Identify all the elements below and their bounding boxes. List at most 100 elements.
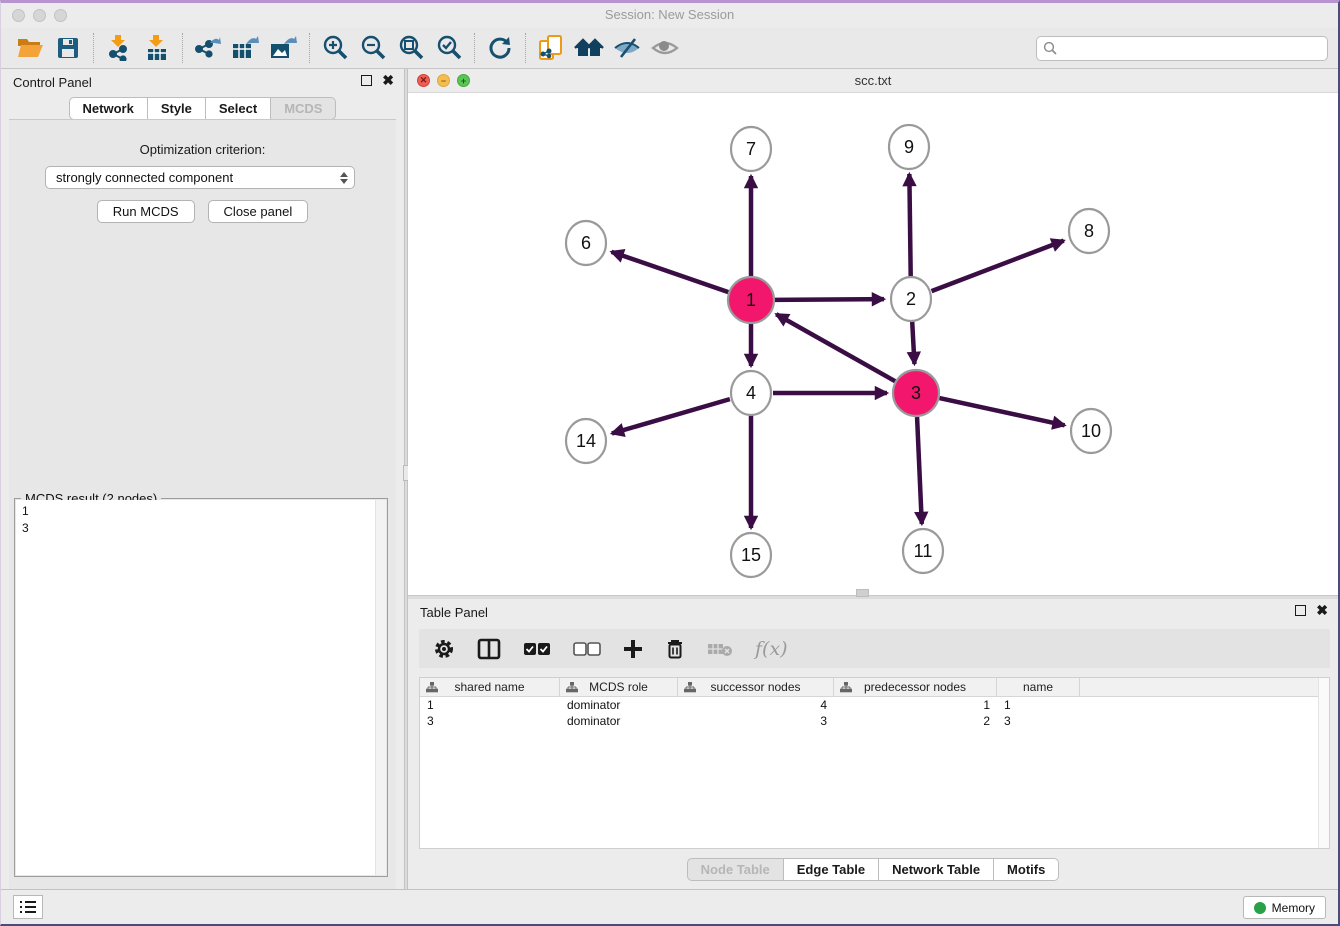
criterion-select[interactable]: strongly connected component: [45, 166, 355, 189]
cell-successor-nodes[interactable]: 4: [678, 697, 834, 713]
column-header-predecessor-nodes[interactable]: predecessor nodes: [834, 678, 997, 696]
import-network-button[interactable]: [100, 31, 138, 65]
delete-table-button[interactable]: [707, 641, 733, 657]
cell-name[interactable]: 3: [997, 713, 1080, 729]
export-image-button[interactable]: [265, 31, 303, 65]
column-sort-icon[interactable]: [566, 682, 578, 693]
tab-motifs[interactable]: Motifs: [994, 858, 1059, 881]
column-layout-button[interactable]: [477, 638, 501, 660]
table-settings-button[interactable]: [433, 638, 455, 660]
network-canvas[interactable]: 7968124314101511: [408, 93, 1338, 595]
tab-select[interactable]: Select: [206, 97, 271, 120]
table-row[interactable]: 1dominator411: [420, 697, 1329, 713]
column-header-MCDS-role[interactable]: MCDS role: [560, 678, 678, 696]
zoom-selected-button[interactable]: [430, 31, 468, 65]
tab-network[interactable]: Network: [69, 97, 148, 120]
zoom-out-icon: [360, 35, 386, 61]
edge-3-1[interactable]: [776, 314, 895, 381]
node-table[interactable]: shared name MCDS role successor nodes prede…: [419, 677, 1330, 849]
edge-4-14[interactable]: [612, 399, 730, 433]
search-icon: [1043, 41, 1057, 55]
cell-name[interactable]: 1: [997, 697, 1080, 713]
tab-style[interactable]: Style: [148, 97, 206, 120]
network-view-window: ✕ − + scc.txt 7968124314101511: [408, 69, 1338, 595]
cell-shared-name[interactable]: 1: [420, 697, 560, 713]
list-icon: [19, 900, 37, 914]
task-history-button[interactable]: [13, 895, 43, 919]
mcds-result-area[interactable]: 1 3: [16, 500, 386, 875]
add-column-button[interactable]: [623, 639, 643, 659]
tab-edge-table[interactable]: Edge Table: [784, 858, 879, 881]
control-panel-tabs: Network Style Select MCDS: [1, 97, 404, 120]
edge-3-11[interactable]: [917, 417, 922, 524]
zoom-fit-button[interactable]: [392, 31, 430, 65]
select-all-button[interactable]: [523, 642, 551, 656]
export-table-button[interactable]: [227, 31, 265, 65]
column-label: MCDS role: [589, 680, 648, 694]
home-layout-button[interactable]: [570, 31, 608, 65]
memory-button[interactable]: Memory: [1243, 896, 1326, 919]
cell-shared-name[interactable]: 3: [420, 713, 560, 729]
edge-2-9[interactable]: [909, 174, 910, 277]
zoom-in-button[interactable]: [316, 31, 354, 65]
splitter-handle[interactable]: [856, 589, 869, 597]
edge-2-3[interactable]: [912, 321, 914, 364]
column-label: successor nodes: [710, 680, 800, 694]
tab-network-table[interactable]: Network Table: [879, 858, 994, 881]
open-session-button[interactable]: [11, 31, 49, 65]
save-floppy-icon: [57, 37, 79, 59]
cell-predecessor-nodes[interactable]: 2: [834, 713, 997, 729]
edge-1-6[interactable]: [612, 252, 729, 292]
result-scrollbar[interactable]: [375, 500, 386, 875]
column-header-shared-name[interactable]: shared name: [420, 678, 560, 696]
node-label-6: 6: [581, 233, 591, 253]
duplicate-network-button[interactable]: [532, 31, 570, 65]
float-panel-icon[interactable]: [361, 75, 372, 86]
open-folder-icon: [17, 37, 44, 59]
column-header-successor-nodes[interactable]: successor nodes: [678, 678, 834, 696]
close-panel-icon[interactable]: ✖: [1316, 605, 1328, 616]
column-sort-icon[interactable]: [684, 682, 696, 693]
import-table-button[interactable]: [138, 31, 176, 65]
float-panel-icon[interactable]: [1295, 605, 1306, 616]
delete-column-button[interactable]: [665, 638, 685, 660]
close-panel-button[interactable]: Close panel: [208, 200, 309, 223]
edge-1-2[interactable]: [775, 299, 884, 300]
run-mcds-button[interactable]: Run MCDS: [97, 200, 195, 223]
function-builder-button[interactable]: f(x): [755, 638, 788, 660]
close-panel-icon[interactable]: ✖: [382, 75, 394, 86]
hide-panel-button[interactable]: [608, 31, 646, 65]
cell-MCDS-role[interactable]: dominator: [560, 713, 678, 729]
cell-predecessor-nodes[interactable]: 1: [834, 697, 997, 713]
edge-3-10[interactable]: [939, 398, 1064, 425]
cell-successor-nodes[interactable]: 3: [678, 713, 834, 729]
column-label: predecessor nodes: [864, 680, 966, 694]
tab-node-table[interactable]: Node Table: [687, 858, 784, 881]
edge-2-8[interactable]: [932, 241, 1064, 292]
column-sort-icon[interactable]: [426, 682, 438, 693]
network-graph[interactable]: 7968124314101511: [408, 93, 1340, 595]
search-field[interactable]: [1036, 36, 1328, 61]
save-session-button[interactable]: [49, 31, 87, 65]
zoom-out-button[interactable]: [354, 31, 392, 65]
cell-MCDS-role[interactable]: dominator: [560, 697, 678, 713]
import-table-icon: [145, 35, 169, 61]
table-header-row: shared name MCDS role successor nodes prede…: [420, 678, 1329, 697]
show-panel-button[interactable]: [646, 31, 684, 65]
deselect-all-button[interactable]: [573, 642, 601, 656]
export-network-button[interactable]: [189, 31, 227, 65]
table-row[interactable]: 3dominator323: [420, 713, 1329, 729]
refresh-network-button[interactable]: [481, 31, 519, 65]
tab-mcds[interactable]: MCDS: [271, 97, 336, 120]
table-scrollbar[interactable]: [1318, 678, 1329, 848]
network-title: scc.txt: [408, 73, 1338, 88]
column-header-name[interactable]: name: [997, 678, 1080, 696]
main-toolbar: [1, 28, 1338, 69]
select-stepper-icon: [340, 172, 348, 184]
control-panel-title: Control Panel: [13, 75, 92, 90]
zoom-fit-icon: [398, 35, 424, 61]
search-input[interactable]: [1061, 41, 1321, 56]
column-sort-icon[interactable]: [840, 682, 852, 693]
mcds-tab-content: Optimization criterion: strongly connect…: [9, 119, 396, 889]
node-label-14: 14: [576, 431, 596, 451]
